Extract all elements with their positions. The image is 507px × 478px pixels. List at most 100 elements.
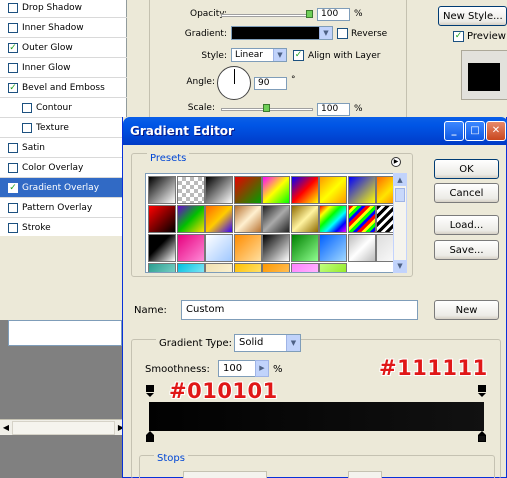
preset-swatch[interactable]: [176, 176, 205, 204]
preset-swatch[interactable]: [233, 263, 262, 272]
style-checkbox[interactable]: [22, 122, 32, 133]
preset-swatch[interactable]: [176, 234, 205, 262]
preset-swatch[interactable]: [347, 234, 376, 262]
style-select[interactable]: Linear ▼: [231, 48, 287, 62]
style-item-contour[interactable]: Contour: [0, 98, 127, 118]
title-bar[interactable]: Gradient Editor _ □ ✕: [123, 117, 507, 145]
angle-dial[interactable]: [217, 66, 251, 100]
preset-swatch[interactable]: [176, 263, 205, 272]
preset-swatch[interactable]: [233, 205, 262, 233]
style-checkbox[interactable]: [8, 22, 18, 33]
preset-swatch[interactable]: [262, 234, 290, 262]
opacity-input[interactable]: 100: [317, 8, 350, 21]
minimize-icon[interactable]: _: [444, 121, 464, 141]
style-item-pattern-overlay[interactable]: Pattern Overlay: [0, 198, 127, 218]
name-input[interactable]: Custom: [181, 300, 418, 320]
preset-swatch[interactable]: [319, 205, 347, 233]
opacity-slider[interactable]: [221, 14, 313, 17]
preset-swatch[interactable]: [148, 234, 176, 262]
new-button[interactable]: New: [434, 300, 499, 320]
ok-button[interactable]: OK: [434, 159, 499, 179]
preview-checkbox[interactable]: ✓: [453, 31, 464, 42]
preset-swatch[interactable]: [290, 205, 319, 233]
opacity-slider-thumb[interactable]: [306, 10, 313, 18]
style-checkbox[interactable]: [8, 62, 18, 73]
preset-swatch[interactable]: [262, 263, 290, 272]
scroll-track[interactable]: [12, 420, 115, 435]
style-checkbox[interactable]: ✓: [8, 82, 18, 93]
style-item-inner-shadow[interactable]: Inner Shadow: [0, 18, 127, 38]
style-item-color-overlay[interactable]: Color Overlay: [0, 158, 127, 178]
style-checkbox[interactable]: [8, 162, 18, 173]
color-stop-right[interactable]: [477, 431, 487, 443]
style-checkbox[interactable]: ✓: [8, 42, 18, 53]
scale-slider-thumb[interactable]: [263, 104, 270, 112]
stop-control[interactable]: [348, 471, 382, 478]
color-stop-left[interactable]: [145, 431, 155, 443]
preset-swatch[interactable]: [205, 263, 233, 272]
horizontal-scrollbar[interactable]: ◀ ▶: [0, 419, 127, 435]
angle-input[interactable]: 90: [254, 77, 287, 90]
style-item-drop-shadow[interactable]: Drop Shadow: [0, 0, 127, 18]
cancel-button[interactable]: Cancel: [434, 183, 499, 203]
preset-swatch[interactable]: [290, 263, 319, 272]
stop-control[interactable]: [183, 471, 267, 478]
preset-swatch[interactable]: [290, 234, 319, 262]
style-item-outer-glow[interactable]: ✓ Outer Glow: [0, 38, 127, 58]
style-checkbox[interactable]: [8, 202, 18, 213]
preset-swatch[interactable]: [319, 176, 347, 204]
scroll-left-icon[interactable]: ◀: [0, 421, 12, 435]
load-button[interactable]: Load...: [434, 215, 499, 235]
align-with-layer-checkbox[interactable]: ✓: [293, 50, 304, 61]
reverse-checkbox[interactable]: [337, 28, 348, 39]
presets-menu-icon[interactable]: ▶: [391, 157, 401, 167]
preset-swatch[interactable]: [319, 234, 347, 262]
preset-swatch[interactable]: [233, 176, 262, 204]
style-item-stroke[interactable]: Stroke: [0, 218, 127, 238]
preset-swatch[interactable]: [148, 263, 176, 272]
gradient-preview-bar[interactable]: [149, 402, 484, 431]
maximize-icon[interactable]: □: [465, 121, 485, 141]
scroll-up-icon[interactable]: ▲: [394, 174, 406, 186]
preset-swatch-grid[interactable]: [145, 173, 401, 273]
preset-swatch[interactable]: [262, 176, 290, 204]
opacity-stop-left[interactable]: [145, 385, 155, 397]
close-icon[interactable]: ✕: [486, 121, 506, 141]
style-checkbox[interactable]: [8, 142, 18, 153]
preset-swatch[interactable]: [148, 205, 176, 233]
preset-swatch[interactable]: [262, 205, 290, 233]
style-item-bevel-and-emboss[interactable]: ✓ Bevel and Emboss: [0, 78, 127, 98]
preset-swatch[interactable]: [290, 176, 319, 204]
style-checkbox[interactable]: [8, 222, 18, 233]
preset-swatch[interactable]: [148, 176, 176, 204]
chevron-down-icon[interactable]: ▼: [286, 335, 300, 351]
preset-swatch[interactable]: [205, 205, 233, 233]
preset-swatch[interactable]: [176, 205, 205, 233]
chevron-down-icon[interactable]: ▼: [319, 27, 332, 39]
opacity-stop-right[interactable]: [477, 385, 487, 397]
scroll-down-icon[interactable]: ▼: [394, 260, 406, 272]
scale-input[interactable]: 100: [317, 103, 350, 116]
chevron-down-icon[interactable]: ▼: [273, 49, 286, 61]
preset-swatch[interactable]: [205, 176, 233, 204]
preset-swatch[interactable]: [347, 205, 376, 233]
smoothness-input[interactable]: 100: [218, 360, 256, 377]
preset-swatch[interactable]: [347, 176, 376, 204]
new-style-button[interactable]: New Style...: [438, 6, 507, 26]
style-item-satin[interactable]: Satin: [0, 138, 127, 158]
save-button[interactable]: Save...: [434, 240, 499, 260]
preset-swatch[interactable]: [233, 234, 262, 262]
style-checkbox[interactable]: [22, 102, 32, 113]
gradient-type-select[interactable]: Solid ▼: [234, 334, 301, 352]
chevron-right-icon[interactable]: ▶: [255, 360, 269, 377]
preset-scrollbar[interactable]: ▲ ▼: [393, 173, 407, 273]
style-item-inner-glow[interactable]: Inner Glow: [0, 58, 127, 78]
scroll-thumb[interactable]: [395, 188, 405, 202]
preset-swatch[interactable]: [205, 234, 233, 262]
style-item-texture[interactable]: Texture: [0, 118, 127, 138]
gradient-picker[interactable]: ▼: [231, 26, 333, 40]
style-checkbox[interactable]: [8, 2, 18, 13]
style-checkbox[interactable]: ✓: [8, 182, 18, 193]
style-item-gradient-overlay[interactable]: ✓ Gradient Overlay: [0, 178, 127, 198]
preset-swatch[interactable]: [319, 263, 347, 272]
